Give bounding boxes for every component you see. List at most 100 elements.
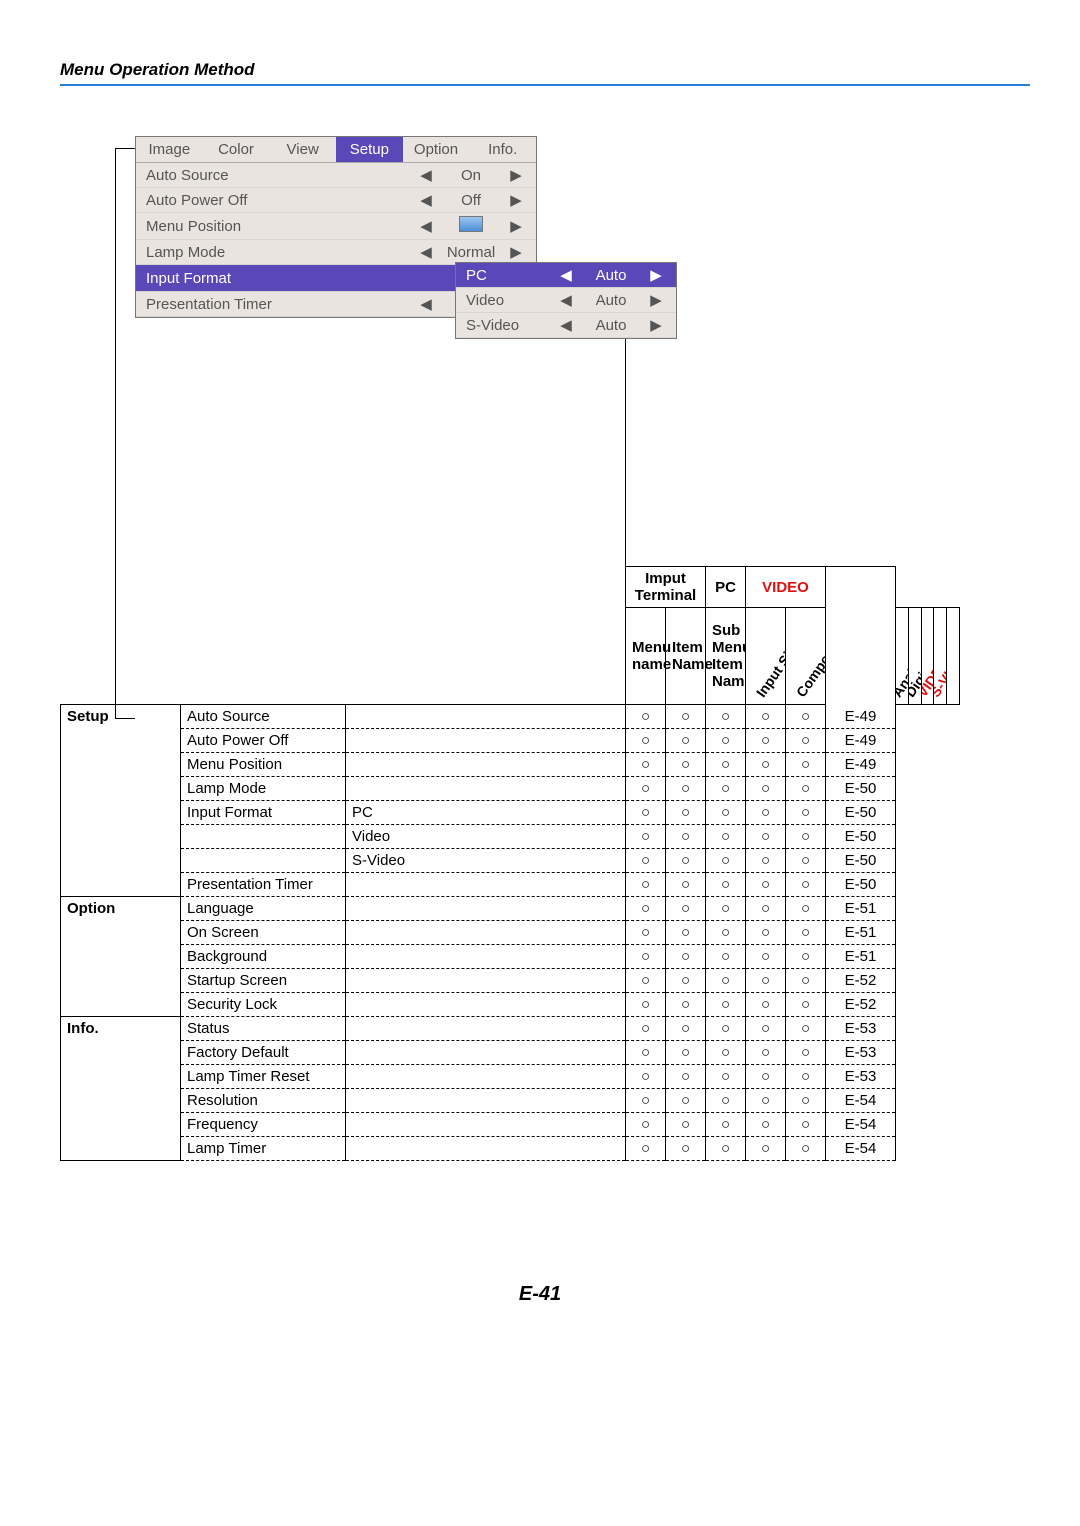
section-title: Menu Operation Method xyxy=(60,60,1030,80)
osd-sub-row[interactable]: Video◀Auto▶ xyxy=(456,288,676,313)
support-circle: ○ xyxy=(746,825,786,849)
hdr-svideo-col: S-VIDEO Reference Page xyxy=(934,608,947,705)
hdr-sub-menu: Sub Menu Item Name xyxy=(706,608,746,705)
support-circle: ○ xyxy=(706,849,746,873)
osd-tab[interactable]: Image xyxy=(136,137,203,162)
support-circle: ○ xyxy=(626,1089,666,1113)
ref-page-cell: E-49 xyxy=(826,705,896,729)
hdr-menu-name: Menu name xyxy=(626,608,666,705)
ref-page-cell: E-51 xyxy=(826,897,896,921)
support-circle: ○ xyxy=(706,1065,746,1089)
support-circle: ○ xyxy=(666,921,706,945)
section-divider xyxy=(60,84,1030,86)
item-cell: Lamp Timer xyxy=(181,1137,346,1161)
support-circle: ○ xyxy=(786,945,826,969)
ref-page-cell: E-52 xyxy=(826,993,896,1017)
support-circle: ○ xyxy=(666,777,706,801)
support-circle: ○ xyxy=(746,1017,786,1041)
osd-tab[interactable]: Setup xyxy=(336,137,403,162)
support-circle: ○ xyxy=(786,729,826,753)
support-circle: ○ xyxy=(706,753,746,777)
table-row: Presentation Timer○○○○○E-50 xyxy=(61,873,960,897)
table-row: OptionLanguage○○○○○E-51 xyxy=(61,897,960,921)
support-circle: ○ xyxy=(706,705,746,729)
osd-row[interactable]: Menu Position◀▶ xyxy=(136,213,536,240)
ref-page-cell: E-54 xyxy=(826,1113,896,1137)
hdr-video: VIDEO xyxy=(746,567,826,608)
support-circle: ○ xyxy=(706,825,746,849)
osd-area: ImageColorViewSetupOptionInfo. Auto Sour… xyxy=(135,136,1030,436)
support-circle: ○ xyxy=(706,801,746,825)
support-circle: ○ xyxy=(626,921,666,945)
table-row: Resolution○○○○○E-54 xyxy=(61,1089,960,1113)
ref-page-cell: E-49 xyxy=(826,753,896,777)
support-circle: ○ xyxy=(786,1041,826,1065)
item-cell: Lamp Mode xyxy=(181,777,346,801)
sub-cell xyxy=(346,945,626,969)
support-circle: ○ xyxy=(666,1089,706,1113)
support-circle: ○ xyxy=(746,849,786,873)
table-row: Auto Power Off○○○○○E-49 xyxy=(61,729,960,753)
sub-cell: PC xyxy=(346,801,626,825)
osd-row[interactable]: Auto Power Off◀Off▶ xyxy=(136,188,536,213)
osd-tab[interactable]: Color xyxy=(203,137,270,162)
support-circle: ○ xyxy=(626,969,666,993)
osd-tab[interactable]: Info. xyxy=(469,137,536,162)
table-row: SetupAuto Source○○○○○E-49 xyxy=(61,705,960,729)
connector-line xyxy=(115,148,116,718)
support-circle: ○ xyxy=(626,897,666,921)
sub-cell: S-Video xyxy=(346,849,626,873)
hdr-component: Component xyxy=(786,608,826,705)
table-row: Factory Default○○○○○E-53 xyxy=(61,1041,960,1065)
support-circle: ○ xyxy=(666,969,706,993)
item-cell xyxy=(181,825,346,849)
support-circle: ○ xyxy=(746,1113,786,1137)
osd-sub-row[interactable]: PC◀Auto▶ xyxy=(456,263,676,288)
sub-cell xyxy=(346,921,626,945)
osd-row[interactable]: Auto Source◀On▶ xyxy=(136,163,536,188)
support-circle: ○ xyxy=(706,1089,746,1113)
support-circle: ○ xyxy=(706,777,746,801)
support-circle: ○ xyxy=(786,1137,826,1161)
support-circle: ○ xyxy=(626,1041,666,1065)
support-circle: ○ xyxy=(746,969,786,993)
support-circle: ○ xyxy=(746,777,786,801)
osd-submenu: PC◀Auto▶Video◀Auto▶S-Video◀Auto▶ xyxy=(455,262,677,339)
support-circle: ○ xyxy=(786,921,826,945)
ref-page-cell: E-53 xyxy=(826,1017,896,1041)
connector-line xyxy=(625,312,626,657)
support-circle: ○ xyxy=(706,993,746,1017)
item-cell: Auto Power Off xyxy=(181,729,346,753)
support-circle: ○ xyxy=(786,873,826,897)
osd-tab[interactable]: Option xyxy=(403,137,470,162)
sub-cell xyxy=(346,777,626,801)
item-cell: Status xyxy=(181,1017,346,1041)
support-circle: ○ xyxy=(626,993,666,1017)
item-cell: Lamp Timer Reset xyxy=(181,1065,346,1089)
support-circle: ○ xyxy=(626,705,666,729)
support-circle: ○ xyxy=(746,753,786,777)
item-cell: Frequency xyxy=(181,1113,346,1137)
support-circle: ○ xyxy=(666,945,706,969)
sub-cell xyxy=(346,1137,626,1161)
support-circle: ○ xyxy=(746,705,786,729)
item-cell xyxy=(181,849,346,873)
support-circle: ○ xyxy=(786,1089,826,1113)
osd-sub-row[interactable]: S-Video◀Auto▶ xyxy=(456,313,676,338)
item-cell: Startup Screen xyxy=(181,969,346,993)
support-circle: ○ xyxy=(746,801,786,825)
table-row: Lamp Timer○○○○○E-54 xyxy=(61,1137,960,1161)
hdr-input-terminal: Imput Terminal xyxy=(626,567,706,608)
support-circle: ○ xyxy=(786,993,826,1017)
sub-cell: Video xyxy=(346,825,626,849)
sub-cell xyxy=(346,1017,626,1041)
connector-line xyxy=(115,148,135,149)
sub-cell xyxy=(346,1065,626,1089)
table-row: Background○○○○○E-51 xyxy=(61,945,960,969)
support-circle: ○ xyxy=(706,1113,746,1137)
osd-tab[interactable]: View xyxy=(269,137,336,162)
support-circle: ○ xyxy=(786,849,826,873)
ref-page-cell: E-50 xyxy=(826,777,896,801)
support-circle: ○ xyxy=(666,897,706,921)
support-circle: ○ xyxy=(666,705,706,729)
